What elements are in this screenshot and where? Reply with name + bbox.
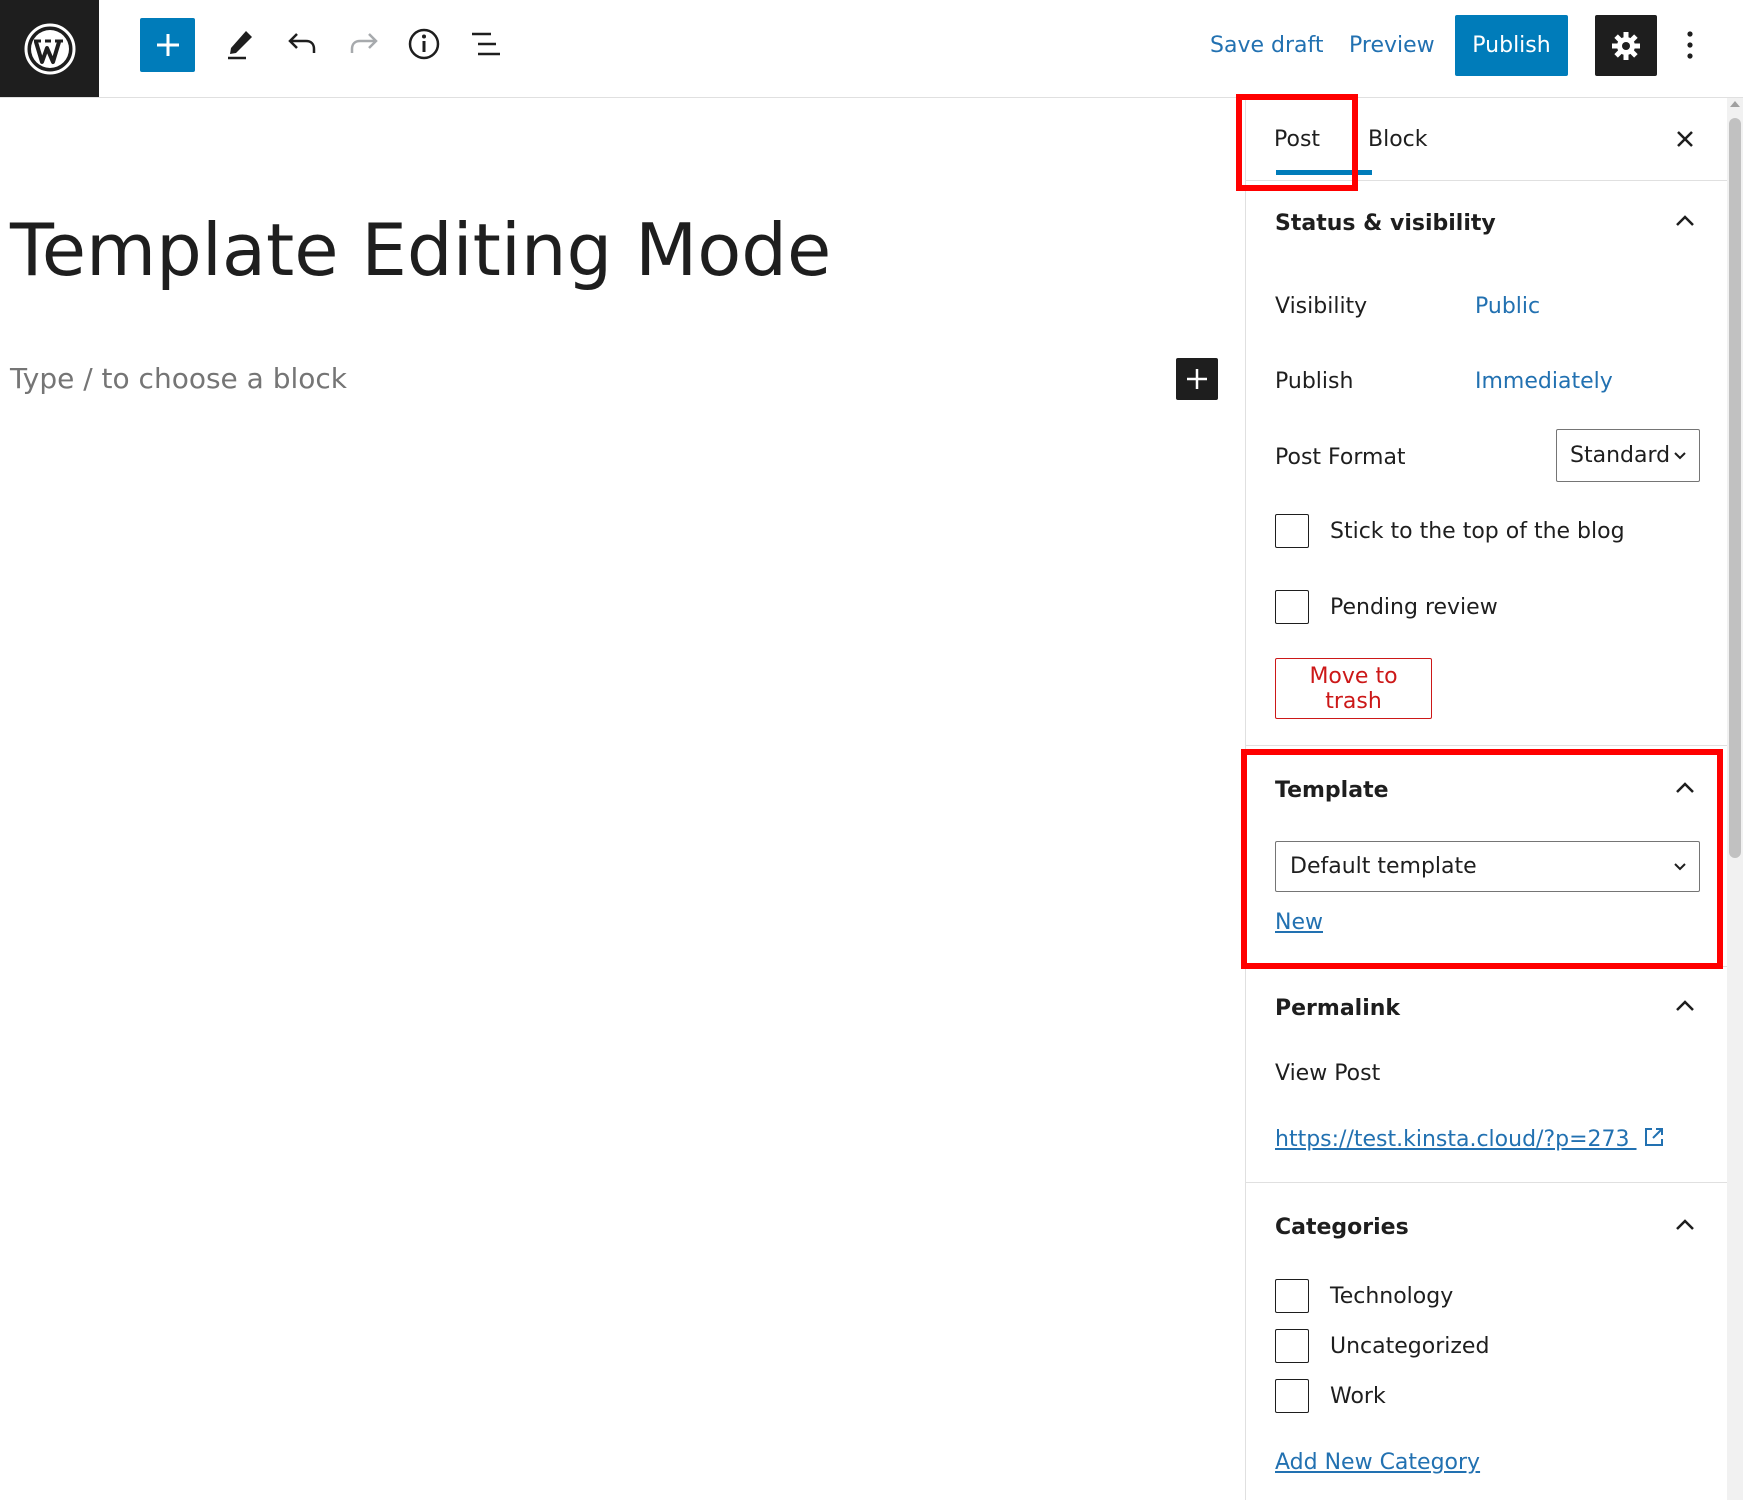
details-button[interactable]	[402, 22, 446, 66]
template-panel-toggle[interactable]: Template	[1275, 778, 1389, 803]
block-appender-placeholder[interactable]: Type / to choose a block	[10, 362, 347, 395]
template-collapse-button[interactable]	[1664, 767, 1706, 809]
plus-icon	[156, 34, 179, 56]
tab-post[interactable]: Post	[1274, 98, 1372, 180]
edit-mode-button[interactable]	[218, 22, 262, 66]
categories-panel-toggle[interactable]: Categories	[1275, 1215, 1409, 1240]
sidebar-tabs: Post Block	[1246, 98, 1728, 181]
close-icon	[1677, 131, 1693, 147]
move-to-trash-button[interactable]: Move to trash	[1275, 658, 1432, 719]
preview-button[interactable]: Preview	[1349, 28, 1435, 64]
settings-toggle-button[interactable]	[1595, 15, 1657, 76]
active-tab-indicator	[1276, 170, 1372, 175]
permalink-url: https://test.kinsta.cloud/?p=273	[1275, 1127, 1630, 1152]
pending-review-label[interactable]: Pending review	[1330, 595, 1498, 620]
wordpress-logo-button[interactable]	[0, 0, 99, 97]
visibility-label: Visibility	[1275, 294, 1368, 319]
redo-icon	[350, 33, 378, 53]
view-post-label: View Post	[1275, 1061, 1381, 1086]
chevron-up-icon	[1676, 1000, 1694, 1011]
sticky-checkbox[interactable]	[1275, 514, 1309, 548]
redo-button[interactable]	[342, 22, 386, 66]
publish-date-toggle[interactable]: Immediately	[1475, 369, 1613, 394]
status-visibility-collapse-button[interactable]	[1664, 200, 1706, 242]
gear-icon	[1612, 31, 1640, 60]
undo-button[interactable]	[280, 22, 324, 66]
template-selected-value: Default template	[1290, 854, 1477, 879]
tab-post-label: Post	[1274, 126, 1321, 152]
permalink-panel-toggle[interactable]: Permalink	[1275, 996, 1400, 1021]
external-link-icon	[1644, 1128, 1663, 1146]
chevron-up-icon	[1676, 215, 1694, 226]
plus-icon	[1187, 369, 1207, 389]
tab-block-label: Block	[1368, 126, 1428, 152]
sticky-label[interactable]: Stick to the top of the blog	[1330, 519, 1625, 544]
post-format-select[interactable]: Standard	[1556, 429, 1700, 482]
category-label-work[interactable]: Work	[1330, 1384, 1386, 1409]
undo-icon	[288, 33, 316, 53]
inline-block-inserter-button[interactable]	[1176, 358, 1218, 400]
chevron-down-icon	[1674, 451, 1686, 459]
new-template-link[interactable]: New	[1275, 910, 1323, 935]
block-inserter-toggle[interactable]	[140, 18, 195, 72]
panel-divider	[1246, 1182, 1728, 1183]
permalink-url-link[interactable]: https://test.kinsta.cloud/?p=273	[1275, 1126, 1665, 1152]
save-draft-button[interactable]: Save draft	[1210, 28, 1323, 64]
add-new-category-link[interactable]: Add New Category	[1275, 1450, 1480, 1475]
category-label-technology[interactable]: Technology	[1330, 1284, 1453, 1309]
chevron-up-icon	[1676, 1219, 1694, 1230]
list-view-icon	[472, 32, 500, 56]
pencil-icon	[228, 31, 252, 60]
list-view-button[interactable]	[464, 22, 508, 66]
scrollbar-thumb[interactable]	[1729, 118, 1741, 858]
wordpress-icon	[24, 23, 75, 74]
info-icon	[408, 28, 440, 60]
publish-button[interactable]: Publish	[1455, 15, 1568, 76]
permalink-collapse-button[interactable]	[1664, 985, 1706, 1027]
post-format-label: Post Format	[1275, 445, 1406, 470]
category-label-uncategorized[interactable]: Uncategorized	[1330, 1334, 1489, 1359]
tab-block[interactable]: Block	[1368, 98, 1428, 180]
settings-sidebar: Post Block Status & visibility Visibilit…	[1245, 98, 1728, 1500]
vertical-ellipsis-icon	[1687, 31, 1693, 59]
chevron-down-icon	[1674, 862, 1686, 870]
editor-header: Save draft Preview Publish	[0, 0, 1743, 98]
chevron-up-icon	[1676, 782, 1694, 793]
category-checkbox-work[interactable]	[1275, 1379, 1309, 1413]
post-format-value: Standard	[1570, 443, 1671, 468]
close-sidebar-button[interactable]	[1664, 118, 1706, 160]
category-checkbox-uncategorized[interactable]	[1275, 1329, 1309, 1363]
panel-divider	[1246, 745, 1728, 746]
status-visibility-panel-toggle[interactable]: Status & visibility	[1275, 211, 1496, 236]
categories-collapse-button[interactable]	[1664, 1204, 1706, 1246]
scroll-up-arrow-icon[interactable]	[1730, 101, 1740, 107]
post-title[interactable]: Template Editing Mode	[10, 205, 831, 295]
pending-review-checkbox[interactable]	[1275, 590, 1309, 624]
visibility-toggle[interactable]: Public	[1475, 294, 1540, 319]
panel-divider	[1246, 966, 1728, 967]
category-checkbox-technology[interactable]	[1275, 1279, 1309, 1313]
more-options-button[interactable]	[1672, 22, 1708, 68]
template-select[interactable]: Default template	[1275, 841, 1700, 892]
publish-date-label: Publish	[1275, 369, 1354, 394]
